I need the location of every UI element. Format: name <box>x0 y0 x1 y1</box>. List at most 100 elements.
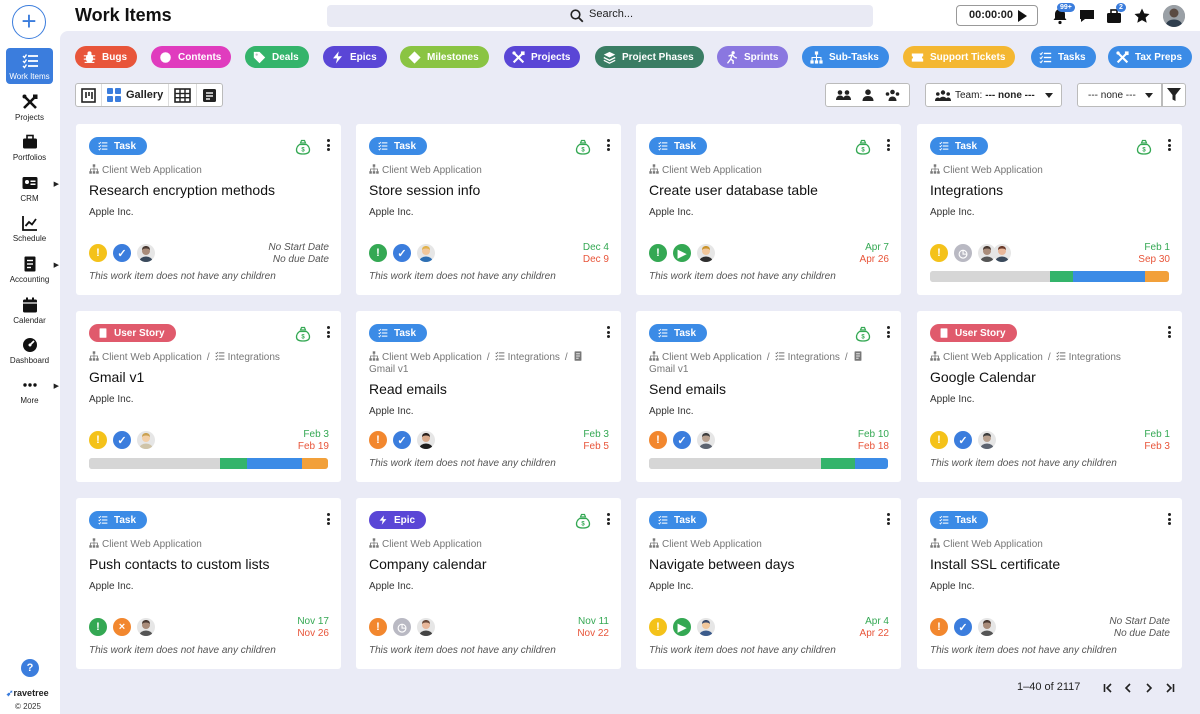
breadcrumb-item[interactable]: Gmail v1 <box>369 364 408 375</box>
work-item-card[interactable]: Task Client Web Application / Integrations /… <box>356 311 621 482</box>
check-icon[interactable]: ✓ <box>393 431 411 449</box>
more-options-icon[interactable] <box>327 326 330 340</box>
breadcrumb-item[interactable]: Client Web Application <box>943 539 1043 550</box>
more-options-icon[interactable] <box>1168 326 1171 340</box>
user-avatar[interactable] <box>1163 5 1185 27</box>
sidebar-item-crm[interactable]: CRM ▶ <box>6 170 59 206</box>
filter-chip-project-phases[interactable]: Project Phases <box>595 46 704 68</box>
work-item-card[interactable]: Task Client Web Application Install SSL ce… <box>917 498 1182 669</box>
sidebar-item-portfolios[interactable]: Portfolios <box>6 129 53 165</box>
work-item-card[interactable]: Epic $ Client Web Application Company calen… <box>356 498 621 669</box>
check-icon[interactable]: ✓ <box>113 244 131 262</box>
time-tracker[interactable]: 00:00:00 <box>956 5 1038 26</box>
play-icon[interactable]: ▶ <box>673 618 691 636</box>
breadcrumb-item[interactable]: Client Web Application <box>943 352 1043 363</box>
sidebar-item-dashboard[interactable]: Dashboard <box>6 332 53 368</box>
work-item-card[interactable]: Task $ Client Web Application Store session… <box>356 124 621 295</box>
clock-icon[interactable]: ◷ <box>954 244 972 262</box>
filter-chip-sprints[interactable]: Sprints <box>717 46 789 68</box>
first-page-button[interactable] <box>1101 681 1115 695</box>
breadcrumb-item[interactable]: Integrations <box>228 352 280 363</box>
more-options-icon[interactable] <box>607 139 610 153</box>
assignee-avatar[interactable] <box>697 431 715 449</box>
sidebar-item-projects[interactable]: Projects <box>6 89 53 125</box>
work-item-title[interactable]: Install SSL certificate <box>930 556 1060 572</box>
work-item-card[interactable]: Task Client Web Application Navigate betwe… <box>636 498 901 669</box>
assignee-avatar[interactable] <box>697 618 715 636</box>
more-options-icon[interactable] <box>887 326 890 340</box>
team-icon[interactable] <box>885 89 900 101</box>
breadcrumb-item[interactable]: Gmail v1 <box>649 364 688 375</box>
work-item-card[interactable]: Task Client Web Application Push contacts … <box>76 498 341 669</box>
assignee-avatar[interactable] <box>417 618 435 636</box>
work-item-title[interactable]: Store session info <box>369 182 480 198</box>
assignee-avatar[interactable] <box>417 431 435 449</box>
sidebar-item-calendar[interactable]: Calendar <box>6 292 53 328</box>
work-item-title[interactable]: Gmail v1 <box>89 369 144 385</box>
work-item-card[interactable]: Task $ Client Web Application Integrations A… <box>917 124 1182 295</box>
more-options-icon[interactable] <box>1168 513 1171 527</box>
work-item-title[interactable]: Push contacts to custom lists <box>89 556 270 572</box>
filter-chip-tax-preps[interactable]: Tax Preps <box>1108 46 1193 68</box>
gallery-view-button[interactable]: Gallery <box>101 84 168 106</box>
play-icon[interactable]: ▶ <box>673 244 691 262</box>
check-icon[interactable]: ✓ <box>954 618 972 636</box>
more-options-icon[interactable] <box>607 326 610 340</box>
breadcrumb-item[interactable]: Client Web Application <box>102 539 202 550</box>
sidebar-item-schedule[interactable]: Schedule <box>6 210 53 246</box>
search-bar[interactable] <box>327 5 873 27</box>
work-item-title[interactable]: Research encryption methods <box>89 182 275 198</box>
check-icon[interactable]: ✓ <box>393 244 411 262</box>
warning-icon[interactable]: ! <box>649 244 667 262</box>
previous-page-button[interactable] <box>1121 681 1135 695</box>
warning-icon[interactable]: ! <box>930 431 948 449</box>
assignee-avatar[interactable] <box>137 244 155 262</box>
work-item-title[interactable]: Company calendar <box>369 556 487 572</box>
sidebar-item-more[interactable]: More ▶ <box>6 372 59 408</box>
filter-chip-deals[interactable]: Deals <box>245 46 309 68</box>
list-view-button[interactable] <box>196 84 222 106</box>
warning-icon[interactable]: ! <box>89 244 107 262</box>
breadcrumb-item[interactable]: Client Web Application <box>662 539 762 550</box>
sidebar-item-accounting[interactable]: Accounting ▶ <box>6 251 59 287</box>
filter-chip-sub-tasks[interactable]: Sub-Tasks <box>802 46 889 68</box>
table-view-button[interactable] <box>168 84 196 106</box>
person-icon[interactable] <box>862 89 874 101</box>
filter-chip-contents[interactable]: Contents <box>151 46 232 68</box>
last-page-button[interactable] <box>1162 681 1176 695</box>
assignee-avatar[interactable] <box>137 431 155 449</box>
warning-icon[interactable]: ! <box>369 618 387 636</box>
team-select[interactable]: Team: --- none --- <box>925 83 1062 107</box>
sidebar-item-work-items[interactable]: Work Items <box>6 48 53 84</box>
breadcrumb-item[interactable]: Client Web Application <box>662 352 762 363</box>
filter-button[interactable] <box>1162 83 1186 107</box>
play-icon[interactable] <box>1018 10 1027 22</box>
more-options-icon[interactable] <box>1168 139 1171 153</box>
cancel-icon[interactable]: × <box>113 618 131 636</box>
warning-icon[interactable]: ! <box>649 618 667 636</box>
secondary-filter-select[interactable]: --- none --- <box>1077 83 1162 107</box>
more-options-icon[interactable] <box>327 139 330 153</box>
warning-icon[interactable]: ! <box>369 244 387 262</box>
work-item-card[interactable]: Task $ Client Web Application Create user d… <box>636 124 901 295</box>
clock-icon[interactable]: ◷ <box>393 618 411 636</box>
filter-chip-tasks[interactable]: Tasks <box>1031 46 1096 68</box>
warning-icon[interactable]: ! <box>89 431 107 449</box>
work-item-title[interactable]: Integrations <box>930 182 1003 198</box>
create-new-button[interactable]: + <box>12 5 46 39</box>
breadcrumb-item[interactable]: Integrations <box>508 352 560 363</box>
filter-chip-milestones[interactable]: Milestones <box>400 46 489 68</box>
work-item-title[interactable]: Send emails <box>649 381 726 397</box>
check-icon[interactable]: ✓ <box>113 431 131 449</box>
search-input[interactable] <box>589 8 789 20</box>
next-page-button[interactable] <box>1142 681 1156 695</box>
filter-chip-projects[interactable]: Projects <box>504 46 581 68</box>
filter-chip-support-tickets[interactable]: Support Tickets <box>903 46 1016 68</box>
work-item-title[interactable]: Create user database table <box>649 182 818 198</box>
more-options-icon[interactable] <box>887 139 890 153</box>
work-item-card[interactable]: User Story $ Client Web Application / Integr… <box>76 311 341 482</box>
warning-icon[interactable]: ! <box>649 431 667 449</box>
board-view-button[interactable] <box>76 84 101 106</box>
warning-icon[interactable]: ! <box>930 244 948 262</box>
assignee-avatar[interactable] <box>978 618 996 636</box>
